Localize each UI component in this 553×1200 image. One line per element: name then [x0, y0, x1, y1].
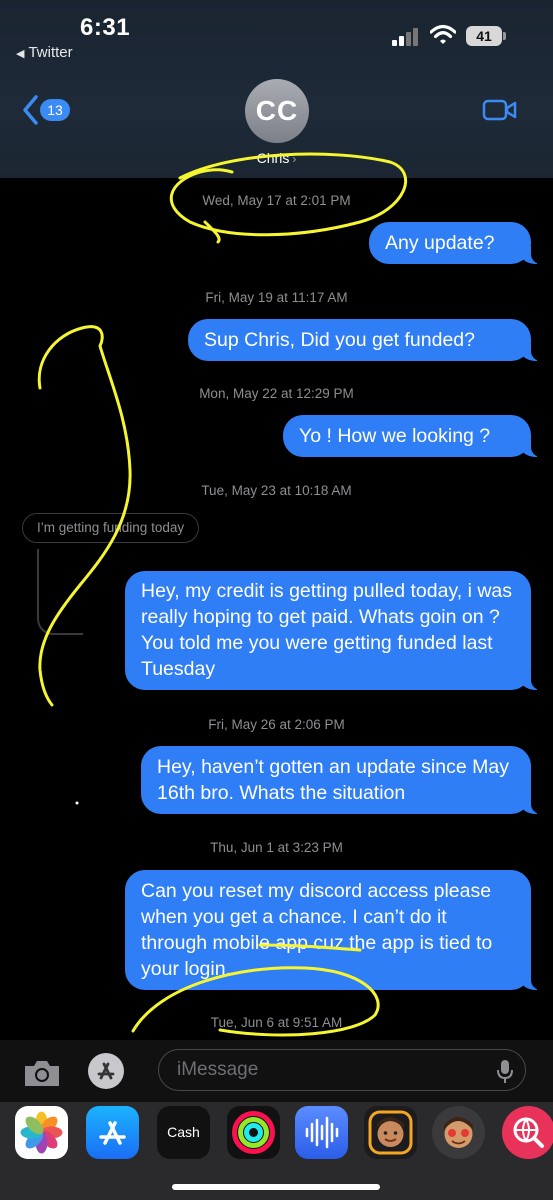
message-input-bar — [0, 1040, 553, 1102]
memoji-sticker-face-icon — [444, 1117, 473, 1148]
activity-rings-icon — [232, 1111, 275, 1154]
sent-message-bubble[interactable]: Sup Chris, Did you get funded? — [188, 319, 543, 361]
message-timestamp: Tue, Jun 6 at 9:51 AM — [210, 1015, 343, 1030]
camera-icon[interactable] — [22, 1058, 62, 1088]
back-triangle-icon: ◀ — [16, 48, 25, 60]
contact-avatar[interactable]: CC — [245, 79, 309, 143]
battery-tip — [503, 32, 506, 40]
imessage-text-field[interactable] — [158, 1049, 526, 1091]
facetime-video-icon[interactable] — [482, 98, 518, 122]
cellular-signal-icon — [392, 28, 422, 46]
quoted-reply-bubble[interactable]: I’m getting funding today — [22, 513, 200, 543]
app-store-drawer-button[interactable] — [88, 1053, 124, 1089]
photos-flower-icon — [20, 1111, 63, 1154]
app-store-icon[interactable] — [86, 1106, 139, 1159]
memoji-face-icon — [368, 1110, 413, 1155]
message-timestamp: Thu, Jun 1 at 3:23 PM — [210, 840, 343, 855]
sent-message-bubble[interactable]: Any update? — [369, 222, 543, 264]
back-to-app-link[interactable]: ◀ Twitter — [16, 44, 73, 61]
contact-name-label: Chris — [256, 150, 290, 166]
globe-search-icon — [513, 1117, 544, 1148]
message-timestamp: Fri, May 26 at 2:06 PM — [208, 717, 345, 732]
app-store-a-icon — [97, 1062, 115, 1080]
unread-count-badge: 13 — [40, 99, 70, 121]
tail-annotation-top — [203, 220, 221, 244]
reply-connector-line — [37, 549, 83, 635]
apple-cash-label: Cash — [167, 1124, 200, 1140]
sent-message-bubble[interactable]: Yo ! How we looking ? — [283, 415, 543, 457]
home-indicator[interactable] — [172, 1184, 380, 1190]
status-time: 6:31 — [80, 14, 131, 41]
sent-message-bubble[interactable]: Can you reset my discord access please w… — [125, 870, 543, 990]
chevron-right-icon: › — [292, 152, 297, 166]
battery-icon: 41 — [466, 26, 502, 46]
fitness-icon[interactable] — [227, 1106, 280, 1159]
message-timestamp: Mon, May 22 at 12:29 PM — [199, 386, 354, 401]
sent-message-bubble[interactable]: Hey, my credit is getting pulled today, … — [125, 571, 543, 690]
message-timestamp: Wed, May 17 at 2:01 PM — [202, 193, 351, 208]
waveform-icon — [305, 1116, 339, 1149]
back-button[interactable]: 13 — [20, 94, 80, 126]
image-search-icon[interactable] — [502, 1106, 553, 1159]
audio-message-icon[interactable] — [295, 1106, 348, 1159]
photos-app-icon[interactable] — [15, 1106, 68, 1159]
memoji-stickers-icon[interactable] — [432, 1106, 485, 1159]
wifi-icon — [430, 24, 456, 44]
back-app-label: Twitter — [28, 44, 73, 61]
message-timestamp: Fri, May 19 at 11:17 AM — [205, 290, 348, 305]
contact-name[interactable]: Chris › — [0, 150, 553, 166]
memoji-icon[interactable] — [364, 1106, 417, 1159]
chevron-left-icon — [23, 95, 38, 125]
message-input[interactable] — [177, 1056, 477, 1084]
conversation-header: 6:31 ◀ Twitter 41 13 CC Chris › — [0, 0, 553, 178]
apple-cash-icon[interactable]: Cash — [157, 1106, 210, 1159]
app-store-a-icon — [99, 1121, 126, 1145]
message-timestamp: Tue, May 23 at 10:18 AM — [201, 483, 352, 498]
microphone-icon[interactable] — [495, 1058, 515, 1084]
sent-message-bubble[interactable]: Hey, haven’t gotten an update since May … — [141, 746, 543, 814]
